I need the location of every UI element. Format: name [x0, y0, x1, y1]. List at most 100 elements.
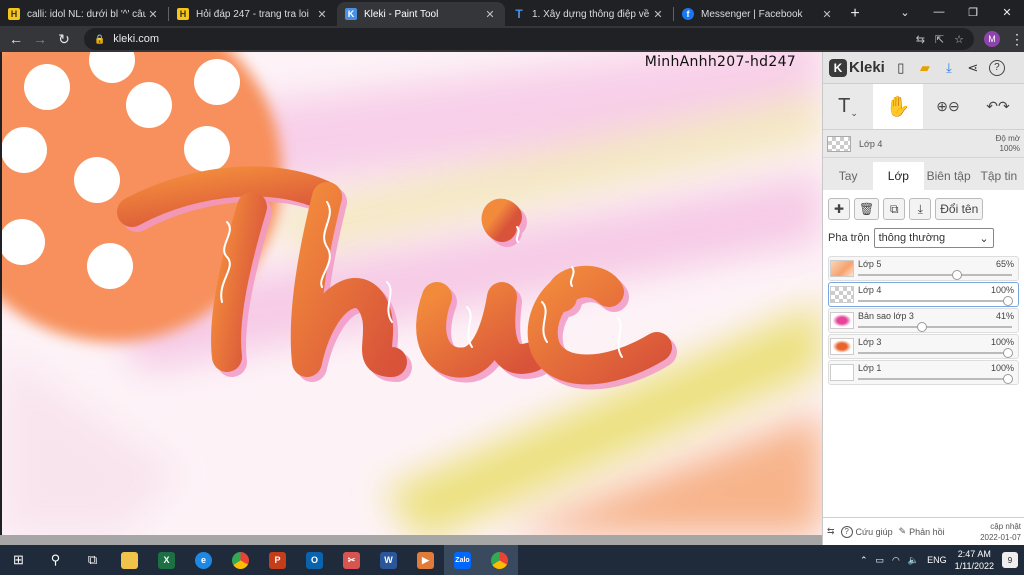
opacity-slider-handle[interactable] — [1003, 348, 1013, 358]
browser-tab-active[interactable]: K Kleki - Paint Tool ✕ — [337, 2, 505, 26]
minimize-icon[interactable]: — — [922, 6, 956, 18]
opacity-slider-handle[interactable] — [952, 270, 963, 280]
new-tab-button[interactable]: + — [842, 5, 868, 26]
word-icon[interactable]: W — [370, 545, 407, 575]
opacity-slider-track — [858, 352, 1012, 354]
address-bar[interactable]: 🔒 kleki.com ⇆ ⇱ ☆ — [84, 28, 974, 50]
browser-tab[interactable]: T 1. Xây dựng thông điệp về c ✕ — [505, 2, 673, 26]
share-icon[interactable]: ⋖ — [965, 60, 981, 76]
system-tray: ⌃ ▭ ◠ 🔈 ENG 2:47 AM 1/11/2022 9 — [860, 548, 1024, 572]
blend-mode-value: thông thường — [878, 232, 946, 244]
forward-icon[interactable]: → — [28, 31, 52, 47]
layer-item[interactable]: Lớp 3 100% — [828, 334, 1019, 359]
tab-close-icon[interactable]: ✕ — [651, 8, 665, 21]
tab-favicon-icon: H — [8, 8, 20, 20]
snip-tool-icon[interactable]: ✂ — [333, 545, 370, 575]
add-layer-icon[interactable]: ✚ — [828, 198, 850, 220]
clock-time: 2:47 AM — [957, 549, 991, 559]
profile-avatar[interactable]: M — [984, 31, 1000, 47]
opacity-slider-handle[interactable] — [917, 322, 928, 332]
update-info[interactable]: cập nhật 2022-01-07 — [980, 521, 1021, 543]
browser-tab[interactable]: f Messenger | Facebook ✕ — [674, 2, 842, 26]
tab-search-icon[interactable]: ⌄ — [888, 6, 922, 19]
wifi-icon[interactable]: ◠ — [892, 555, 900, 566]
tab-edit[interactable]: Biên tập — [924, 162, 974, 190]
opacity-slider-handle[interactable] — [1003, 296, 1013, 306]
opacity-slider-track — [858, 378, 1012, 380]
zoom-buttons[interactable]: ⊕⊖ — [923, 84, 973, 129]
share-page-icon[interactable]: ⇱ — [935, 33, 944, 46]
layer-opacity: 41% — [995, 311, 1014, 321]
download-icon[interactable]: ⤓ — [941, 60, 957, 76]
restore-icon[interactable]: ❐ — [956, 6, 990, 19]
window-close-icon[interactable]: ✕ — [990, 6, 1024, 19]
browser-menu-icon[interactable]: ⋮ — [1010, 31, 1024, 48]
feedback-link[interactable]: ✎ Phản hồi — [899, 526, 945, 537]
new-file-icon[interactable]: ▯ — [893, 60, 909, 76]
tab-close-icon[interactable]: ✕ — [146, 8, 160, 21]
blend-mode-select[interactable]: thông thường ⌄ — [873, 228, 994, 248]
open-folder-icon[interactable]: ▰ — [917, 60, 933, 76]
update-label: cập nhật — [990, 521, 1021, 531]
file-explorer-icon[interactable] — [111, 545, 148, 575]
battery-icon[interactable]: ▭ — [876, 555, 885, 566]
opacity-slider-track — [858, 326, 1012, 328]
back-icon[interactable]: ← — [4, 31, 28, 47]
text-tool-button[interactable]: T ⌄ — [823, 84, 873, 129]
language-indicator[interactable]: ENG — [927, 555, 947, 565]
layer-item-active[interactable]: Lớp 4 100% — [828, 282, 1019, 307]
notification-icon[interactable]: 9 — [1002, 552, 1018, 568]
text-tool-icon: T — [838, 95, 851, 117]
excel-icon[interactable]: X — [148, 545, 185, 575]
chrome-profile-icon[interactable] — [481, 545, 518, 575]
layer-name: Lớp 4 — [858, 285, 882, 295]
opacity-slider-handle[interactable] — [1003, 374, 1013, 384]
duplicate-layer-icon[interactable]: ⧉ — [883, 198, 906, 220]
powerpoint-icon[interactable]: P — [259, 545, 296, 575]
translate-icon[interactable]: ⇆ — [916, 33, 925, 46]
undo-redo-buttons[interactable]: ↶↷ — [973, 84, 1023, 129]
tab-favicon-icon: H — [177, 8, 189, 20]
bookmark-star-icon[interactable]: ☆ — [954, 33, 964, 46]
layer-buttons: ✚ 🗑 ⧉ ⤓ Đổi tên — [828, 198, 1019, 220]
outlook-icon[interactable]: O — [296, 545, 333, 575]
tab-file[interactable]: Tập tin — [974, 162, 1024, 190]
address-bar-actions: ⇆ ⇱ ☆ — [916, 33, 964, 46]
clock[interactable]: 2:47 AM 1/11/2022 — [955, 548, 994, 572]
help-link[interactable]: ? Cứu giúp — [840, 525, 893, 538]
tab-close-icon[interactable]: ✕ — [820, 8, 834, 21]
tab-brush[interactable]: Tay — [823, 162, 873, 190]
hand-tool-button[interactable]: ✋ — [873, 84, 923, 129]
rename-layer-button[interactable]: Đổi tên — [935, 198, 984, 220]
windows-start-icon[interactable]: ⊞ — [0, 545, 37, 575]
layer-item[interactable]: Bản sao lớp 3 41% — [828, 308, 1019, 333]
delete-layer-icon[interactable]: 🗑 — [854, 198, 880, 220]
media-player-icon[interactable]: ▶ — [407, 545, 444, 575]
browser-tab[interactable]: H Hỏi đáp 247 - trang tra loi ✕ — [169, 2, 337, 26]
watermark-text: MinhAnhh207-hd247 — [644, 54, 796, 70]
tray-chevron-icon[interactable]: ⌃ — [860, 555, 868, 566]
chrome-icon[interactable] — [222, 545, 259, 575]
drawing-canvas[interactable]: MinhAnhh207-hd247 — [2, 52, 822, 535]
current-layer-name: Lớp 4 — [859, 138, 883, 149]
tab-close-icon[interactable]: ✕ — [483, 8, 497, 21]
volume-icon[interactable]: 🔈 — [908, 555, 919, 566]
merge-down-icon[interactable]: ⤓ — [909, 198, 932, 220]
reload-icon[interactable]: ↻ — [52, 31, 76, 48]
tab-favicon-icon: T — [515, 7, 523, 21]
help-label: Cứu giúp — [855, 526, 893, 537]
task-view-icon[interactable]: ⧉ — [74, 545, 111, 575]
edge-icon[interactable]: e — [185, 545, 222, 575]
help-icon[interactable]: ? — [988, 59, 1005, 76]
layer-item[interactable]: Lớp 1 100% — [828, 360, 1019, 385]
layer-item[interactable]: Lớp 5 65% — [828, 256, 1019, 281]
tab-layers[interactable]: Lớp — [873, 162, 924, 190]
zalo-icon[interactable]: Zalo — [444, 545, 481, 575]
zoom-icon: ⊕⊖ — [936, 98, 960, 114]
browser-tab[interactable]: H calli: idol NL: dưới bl '^' câu h ✕ — [0, 2, 168, 26]
tab-title: Hỏi đáp 247 - trang tra loi — [196, 8, 309, 20]
tab-close-icon[interactable]: ✕ — [315, 8, 329, 21]
swap-side-icon[interactable]: ⇆ — [827, 526, 835, 537]
search-icon[interactable]: ⚲ — [37, 545, 74, 575]
tab-title: calli: idol NL: dưới bl '^' câu h — [27, 8, 146, 20]
